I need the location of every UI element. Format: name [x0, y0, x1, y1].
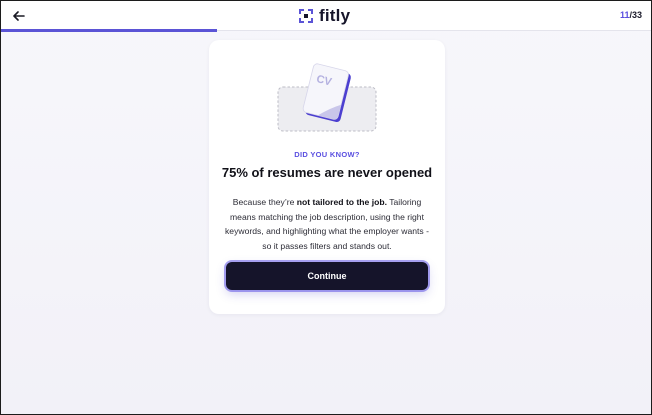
- arrow-left-icon: [13, 11, 25, 21]
- body-prefix: Because they’re: [232, 197, 297, 207]
- app-frame: fitly 11/33 CV DID YOU KNOW? 75% of resu…: [0, 0, 652, 415]
- headline: 75% of resumes are never opened: [221, 165, 433, 180]
- progress-fill: [1, 29, 218, 32]
- progress-track: [1, 29, 651, 32]
- top-bar: fitly 11/33: [1, 1, 651, 32]
- back-button[interactable]: [10, 8, 28, 24]
- eyebrow-label: DID YOU KNOW?: [294, 150, 360, 159]
- step-counter: 11/33: [620, 10, 642, 20]
- step-total: /33: [629, 10, 642, 20]
- body-bold: not tailored to the job.: [296, 197, 387, 207]
- cv-document-icon: CV: [277, 63, 377, 132]
- fitly-mark-icon: [299, 9, 313, 23]
- logo-text: fitly: [319, 6, 351, 25]
- continue-button-label: Continue: [307, 271, 347, 281]
- logo: fitly: [299, 6, 350, 26]
- info-card: CV DID YOU KNOW? 75% of resumes are neve…: [209, 40, 445, 314]
- body-text: Because they’re not tailored to the job.…: [223, 195, 431, 253]
- continue-button[interactable]: Continue: [226, 262, 428, 290]
